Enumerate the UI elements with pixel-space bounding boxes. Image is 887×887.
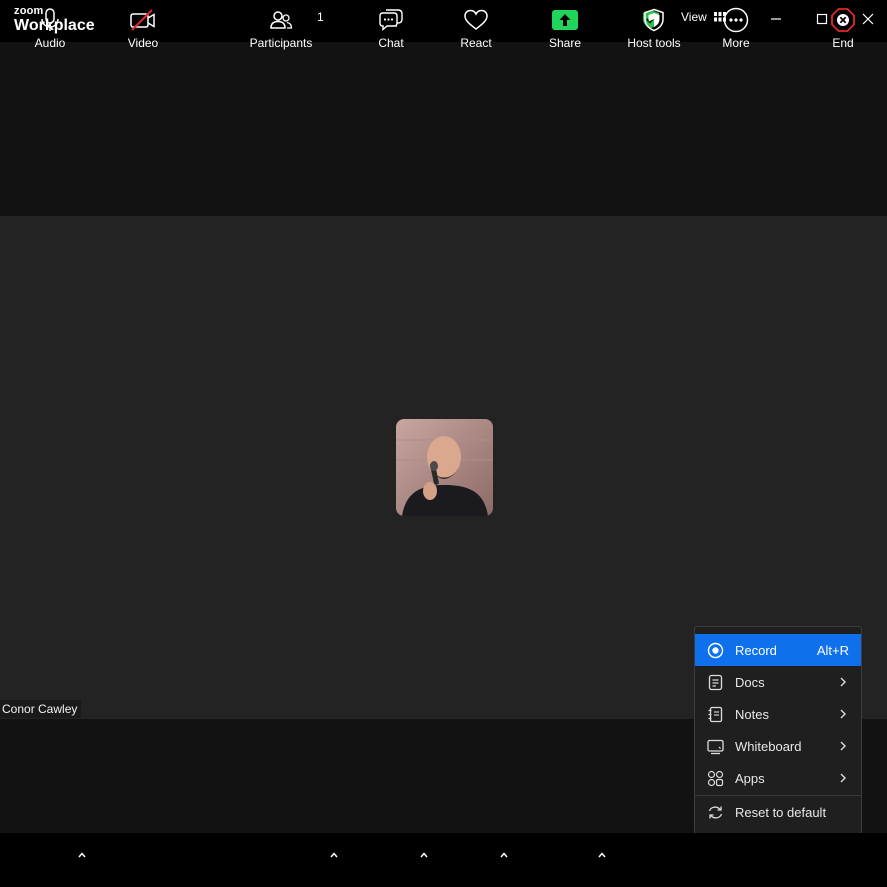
menu-item-record[interactable]: Record Alt+R <box>695 634 861 666</box>
menu-item-label: Record <box>735 642 777 658</box>
chat-options-caret-icon[interactable] <box>418 849 430 861</box>
view-label: View <box>681 10 707 24</box>
chevron-right-icon <box>840 709 846 719</box>
record-icon <box>707 642 724 659</box>
audio-label: Audio <box>34 36 66 50</box>
audio-button[interactable]: Audio <box>30 0 70 54</box>
host-tools-shield-icon <box>644 8 664 32</box>
menu-item-notes[interactable]: Notes <box>695 698 861 730</box>
react-label: React <box>460 36 492 50</box>
menu-item-whiteboard[interactable]: Whiteboard <box>695 730 861 762</box>
audio-options-caret-icon[interactable] <box>76 849 88 861</box>
end-meeting-icon <box>831 8 855 32</box>
menu-item-apps[interactable]: Apps <box>695 762 861 794</box>
chevron-right-icon <box>840 741 846 751</box>
stage-top-band <box>0 42 887 216</box>
whiteboard-icon <box>707 739 724 755</box>
menu-item-label: Notes <box>735 706 769 722</box>
menu-item-docs[interactable]: Docs <box>695 666 861 698</box>
menu-item-reset[interactable]: Reset to default <box>695 796 861 828</box>
participants-label: Participants <box>249 36 313 50</box>
menu-item-label: Reset to default <box>735 804 827 820</box>
chevron-right-icon <box>840 773 846 783</box>
microphone-icon <box>41 8 59 31</box>
share-button[interactable]: Share <box>545 0 585 54</box>
menu-item-label: Whiteboard <box>735 738 802 754</box>
participants-count: 1 <box>317 10 324 24</box>
close-icon <box>862 13 874 25</box>
end-label: End <box>832 36 854 50</box>
participants-options-caret-icon[interactable] <box>328 849 340 861</box>
minimize-icon <box>771 18 781 20</box>
more-label: More <box>722 36 750 50</box>
share-screen-icon <box>552 10 578 30</box>
participants-icon <box>270 11 293 29</box>
share-label: Share <box>548 36 582 50</box>
meeting-toolbar <box>0 833 887 887</box>
menu-item-label: Docs <box>735 674 765 690</box>
video-off-icon <box>130 9 155 31</box>
more-button[interactable]: More <box>716 0 756 54</box>
more-menu: Record Alt+R Docs Notes Whiteboard Apps … <box>694 626 862 834</box>
video-button[interactable]: Video <box>122 0 164 54</box>
more-ellipsis-icon <box>723 7 749 33</box>
participant-avatar <box>396 419 493 516</box>
heart-react-icon <box>464 9 488 30</box>
chat-button[interactable]: Chat <box>372 0 410 54</box>
chat-icon <box>379 9 403 32</box>
docs-icon <box>708 674 723 691</box>
chat-label: Chat <box>378 36 404 50</box>
video-label: Video <box>127 36 159 50</box>
participants-button[interactable]: 1 Participants <box>248 0 324 54</box>
react-options-caret-icon[interactable] <box>498 849 510 861</box>
end-button[interactable]: End <box>823 0 863 54</box>
reset-icon <box>708 806 723 819</box>
react-button[interactable]: React <box>455 0 497 54</box>
participant-name-tag: Conor Cawley <box>0 700 82 718</box>
host-tools-label: Host tools <box>627 36 681 50</box>
record-shortcut: Alt+R <box>816 642 849 658</box>
notes-icon <box>708 706 723 723</box>
share-options-caret-icon[interactable] <box>596 849 608 861</box>
minimize-button[interactable] <box>763 8 789 30</box>
menu-item-label: Apps <box>735 770 765 786</box>
apps-icon <box>707 770 724 787</box>
host-tools-button[interactable]: Host tools <box>624 0 684 54</box>
chevron-right-icon <box>840 677 846 687</box>
